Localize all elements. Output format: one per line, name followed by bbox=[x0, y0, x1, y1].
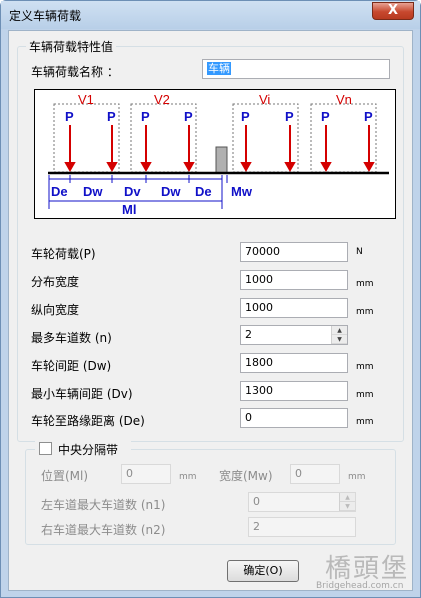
spin-down-icon[interactable]: ▼ bbox=[340, 502, 355, 511]
load-label-p: P bbox=[241, 109, 250, 124]
longitudinal-width-input[interactable]: 1000 bbox=[240, 298, 348, 318]
median-width-input[interactable]: 0 bbox=[290, 464, 340, 484]
median-position-unit: mm bbox=[179, 472, 197, 482]
dim-label-dv: Dv bbox=[124, 184, 141, 199]
window-title: 定义车辆荷载 bbox=[9, 9, 82, 23]
max-lanes-value: 2 bbox=[245, 328, 252, 341]
characteristics-group-title: 车辆荷载特性值 bbox=[26, 38, 117, 55]
load-label-p: P bbox=[65, 109, 74, 124]
dim-label-de: De bbox=[51, 184, 68, 199]
distribution-width-label: 分布宽度 bbox=[31, 275, 80, 289]
group-label-v2: V2 bbox=[154, 92, 170, 107]
vehicle-spacing-unit: mm bbox=[356, 390, 374, 400]
median-checkbox-label[interactable]: 中央分隔带 bbox=[58, 441, 118, 458]
load-name-input[interactable]: 车辆 bbox=[202, 59, 390, 79]
right-lanes-label: 右车道最大车道数 (n2) bbox=[41, 523, 166, 537]
wheel-spacing-input[interactable]: 1800 bbox=[240, 353, 348, 373]
wheel-load-label: 车轮荷载(P) bbox=[31, 247, 96, 261]
median-width-label: 宽度(Mw) bbox=[219, 469, 273, 483]
group-label-vi: Vi bbox=[259, 92, 270, 107]
median-width-unit: mm bbox=[348, 472, 366, 482]
close-button[interactable]: X bbox=[372, 2, 414, 20]
wheel-load-unit: N bbox=[356, 247, 363, 257]
dim-label-de: De bbox=[195, 184, 212, 199]
distribution-width-input[interactable]: 1000 bbox=[240, 270, 348, 290]
load-label-p: P bbox=[321, 109, 330, 124]
max-lanes-spinner[interactable]: ▲ ▼ bbox=[331, 326, 347, 344]
dialog-client: 车辆荷载特性值 车辆荷载名称 ： 车辆 V1 V2 Vi Vn P P P P bbox=[8, 30, 413, 591]
left-lanes-spinner[interactable]: ▲ ▼ bbox=[339, 493, 355, 511]
wheel-spacing-unit: mm bbox=[356, 362, 374, 372]
left-lanes-spinbox[interactable]: 0 ▲ ▼ bbox=[248, 492, 356, 512]
load-label-p: P bbox=[184, 109, 193, 124]
group-label-vn: Vn bbox=[336, 92, 352, 107]
group-label-v1: V1 bbox=[78, 92, 94, 107]
distribution-width-unit: mm bbox=[356, 279, 374, 289]
spin-down-icon[interactable]: ▼ bbox=[332, 335, 347, 344]
load-label-p: P bbox=[107, 109, 116, 124]
watermark-url: Bridgehead.com.cn bbox=[316, 581, 404, 591]
wheel-load-input[interactable]: 70000 bbox=[240, 242, 348, 262]
curb-distance-label: 车轮至路缘距离 (De) bbox=[31, 414, 145, 428]
vehicle-load-diagram: V1 V2 Vi Vn P P P P P P P P De Dw Dv Dw … bbox=[34, 89, 396, 219]
dim-label-dw: Dw bbox=[161, 184, 181, 199]
vehicle-spacing-input[interactable]: 1300 bbox=[240, 381, 348, 401]
max-lanes-label: 最多车道数 (n) bbox=[31, 331, 112, 345]
wheel-spacing-label: 车轮间距 (Dw) bbox=[31, 359, 112, 373]
left-lanes-value: 0 bbox=[253, 495, 260, 508]
longitudinal-width-unit: mm bbox=[356, 307, 374, 317]
dim-label-ml: Ml bbox=[122, 202, 136, 217]
curb-distance-input[interactable]: 0 bbox=[240, 408, 348, 428]
ok-button[interactable]: 确定(O) bbox=[227, 560, 299, 582]
left-lanes-label: 左车道最大车道数 (n1) bbox=[41, 498, 166, 512]
load-name-label: 车辆荷载名称 ： bbox=[31, 65, 119, 79]
spin-up-icon[interactable]: ▲ bbox=[332, 326, 347, 335]
median-barrier bbox=[215, 146, 228, 174]
curb-distance-unit: mm bbox=[356, 417, 374, 427]
dialog-window: 定义车辆荷载 X 车辆荷载特性值 车辆荷载名称 ： 车辆 V1 V2 Vi Vn bbox=[0, 0, 421, 598]
load-name-value: 车辆 bbox=[207, 62, 231, 75]
spin-up-icon[interactable]: ▲ bbox=[340, 493, 355, 502]
longitudinal-width-label: 纵向宽度 bbox=[31, 303, 80, 317]
load-label-p: P bbox=[141, 109, 150, 124]
watermark-logo: 橋頭堡 bbox=[325, 554, 410, 584]
right-lanes-input[interactable]: 2 bbox=[248, 517, 356, 537]
max-lanes-spinbox[interactable]: 2 ▲ ▼ bbox=[240, 325, 348, 345]
load-label-p: P bbox=[285, 109, 294, 124]
vehicle-spacing-label: 最小车辆间距 (Dv) bbox=[31, 387, 133, 401]
median-group-header: 中央分隔带 bbox=[35, 441, 131, 457]
dim-label-mw: Mw bbox=[231, 184, 253, 199]
dim-label-dw: Dw bbox=[83, 184, 103, 199]
median-position-input[interactable]: 0 bbox=[121, 464, 171, 484]
median-position-label: 位置(Ml) bbox=[41, 469, 89, 483]
median-checkbox[interactable] bbox=[39, 442, 52, 455]
title-bar[interactable]: 定义车辆荷载 X bbox=[1, 1, 420, 29]
load-label-p: P bbox=[364, 109, 373, 124]
